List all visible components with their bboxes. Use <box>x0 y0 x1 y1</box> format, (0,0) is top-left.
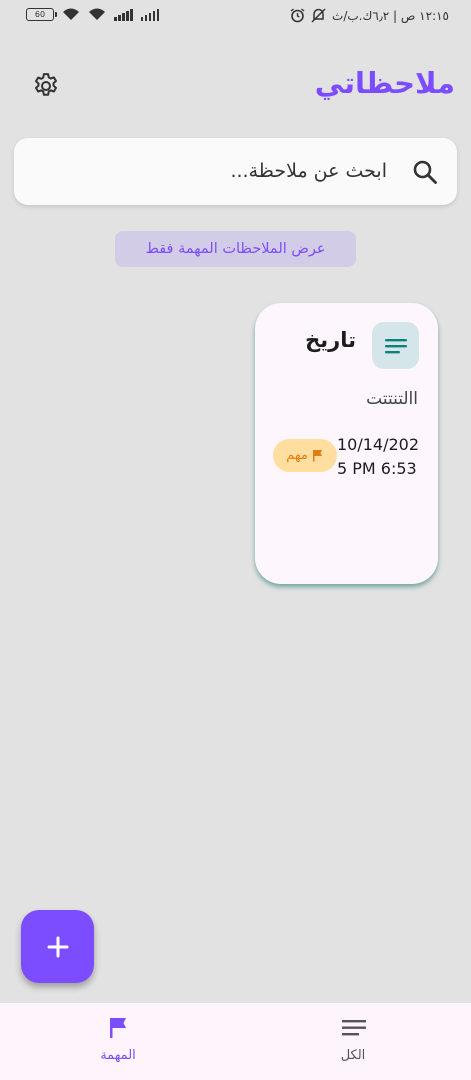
signal-icon <box>114 8 133 21</box>
alarm-icon <box>290 8 305 23</box>
status-icons-left: 60 <box>26 8 159 21</box>
nav-label-all: الكل <box>340 1048 366 1063</box>
settings-button[interactable] <box>30 70 62 102</box>
note-date: 10/14/2025 PM 6:53 <box>337 435 420 478</box>
notes-list-icon <box>384 338 407 353</box>
battery-icon: 60 <box>26 8 57 21</box>
important-filter-button[interactable]: عرض الملاحظات المهمة فقط <box>115 231 356 267</box>
search-icon <box>413 160 437 184</box>
status-icons-right: ١٢:١٥ ص | ٦٫٢ك.ب/ث <box>290 8 449 23</box>
note-body: االتنتتت <box>366 389 418 409</box>
list-icon <box>342 1020 366 1036</box>
status-bar: 60 ١٢:١٥ ص | ٦٫٢ك.ب/ث <box>0 0 471 34</box>
important-badge: مهم <box>273 439 337 472</box>
plus-icon <box>47 936 68 957</box>
nav-item-important[interactable]: المهمة <box>58 1003 178 1080</box>
nav-label-important: المهمة <box>100 1048 136 1063</box>
status-time: ١٢:١٥ ص | ٦٫٢ك.ب/ث <box>332 8 449 23</box>
bottom-navigation: المهمة الكل <box>0 1003 471 1080</box>
flag-icon <box>312 450 322 462</box>
flag-icon <box>110 1018 126 1038</box>
mute-icon <box>311 8 326 23</box>
signal-icon <box>140 8 159 21</box>
search-input[interactable]: ابحث عن ملاحظة... <box>230 160 387 182</box>
note-icon-container <box>372 322 419 369</box>
app-title: ملاحظاتي <box>314 66 455 100</box>
wifi-icon <box>89 8 105 20</box>
add-note-button[interactable] <box>21 910 94 983</box>
badge-label: مهم <box>286 448 308 463</box>
note-card[interactable]: تاريخ االتنتتت 10/14/2025 PM 6:53 مهم <box>255 303 438 584</box>
gear-icon <box>35 73 57 96</box>
search-bar[interactable]: ابحث عن ملاحظة... <box>14 138 457 205</box>
wifi-icon <box>63 8 79 20</box>
note-title: تاريخ <box>305 328 356 352</box>
nav-item-all[interactable]: الكل <box>293 1003 413 1080</box>
